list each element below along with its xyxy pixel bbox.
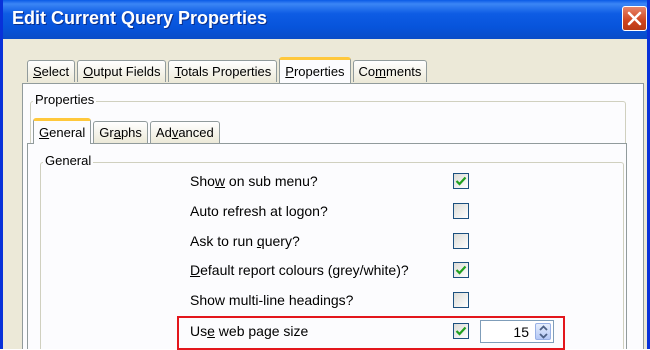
checkbox-web-page-size[interactable] (453, 323, 469, 339)
tab-properties[interactable]: Properties (279, 57, 351, 83)
close-icon (627, 11, 642, 26)
tab-totals-properties[interactable]: Totals Properties (168, 60, 278, 82)
option-label-ask-to-run: Ask to run query? (190, 233, 300, 249)
spin-buttons[interactable] (535, 323, 551, 340)
check-icon (455, 176, 467, 186)
option-label-auto-refresh: Auto refresh at logon? (190, 203, 328, 219)
checkbox-default-colours[interactable] (453, 262, 469, 278)
option-label-show-on-sub-menu: Show on sub menu? (190, 173, 318, 189)
window-title: Edit Current Query Properties (12, 8, 268, 28)
checkbox-multi-line-headings[interactable] (453, 292, 469, 308)
check-icon (455, 326, 467, 336)
page-size-spinner[interactable]: 15 (480, 320, 554, 343)
tab-advanced[interactable]: Advanced (149, 121, 220, 143)
inner-tabstrip: General Graphs Advanced (33, 118, 222, 144)
tab-select[interactable]: Select (27, 60, 76, 82)
checkbox-auto-refresh[interactable] (453, 203, 469, 219)
properties-group-label: Properties (33, 92, 97, 107)
title-bar[interactable]: Edit Current Query Properties (3, 0, 647, 39)
option-label-web-page-size: Use web page size (190, 323, 309, 339)
tab-comments[interactable]: Comments (352, 60, 428, 82)
page-size-value[interactable]: 15 (513, 324, 529, 340)
tab-output-fields[interactable]: Output Fields (77, 60, 167, 82)
tab-general[interactable]: General (33, 118, 92, 144)
close-button[interactable] (622, 6, 647, 31)
option-label-multi-line-headings: Show multi-line headings? (190, 292, 354, 308)
option-label-default-colours: Default report colours (grey/white)? (190, 262, 409, 278)
checkbox-show-on-sub-menu[interactable] (453, 173, 469, 189)
tab-graphs[interactable]: Graphs (93, 121, 148, 143)
check-icon (455, 265, 467, 275)
spin-up-down-icon (539, 325, 548, 339)
general-group-label: General (43, 153, 94, 168)
checkbox-ask-to-run[interactable] (453, 233, 469, 249)
outer-tabstrip: Select Output Fields Totals Properties P… (27, 57, 429, 83)
